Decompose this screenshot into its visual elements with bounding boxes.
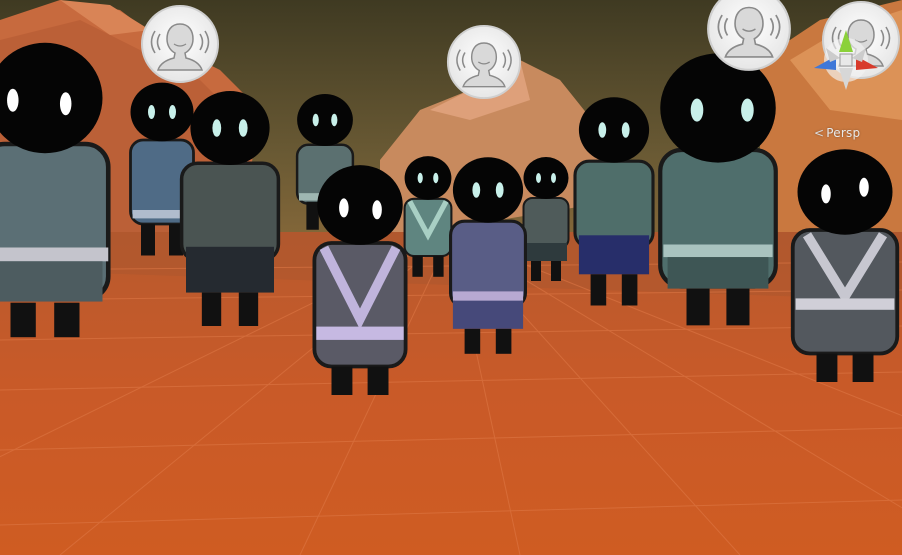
chevron-left-icon: < (814, 126, 825, 140)
axis-gizmo-icon[interactable] (806, 0, 902, 115)
character (790, 149, 900, 382)
character (0, 42, 111, 338)
camera-mode-text: Persp (826, 126, 861, 140)
character (312, 165, 408, 395)
camera-mode-label[interactable]: < Persp (814, 126, 860, 140)
speaking-person-bubble-icon (141, 5, 219, 83)
speaking-person-bubble-icon (706, 0, 792, 72)
scene-viewport[interactable] (0, 0, 902, 555)
character (449, 157, 527, 354)
character (573, 97, 655, 306)
speaking-person-bubble-icon (446, 24, 522, 100)
character (179, 91, 281, 326)
character (658, 53, 778, 326)
